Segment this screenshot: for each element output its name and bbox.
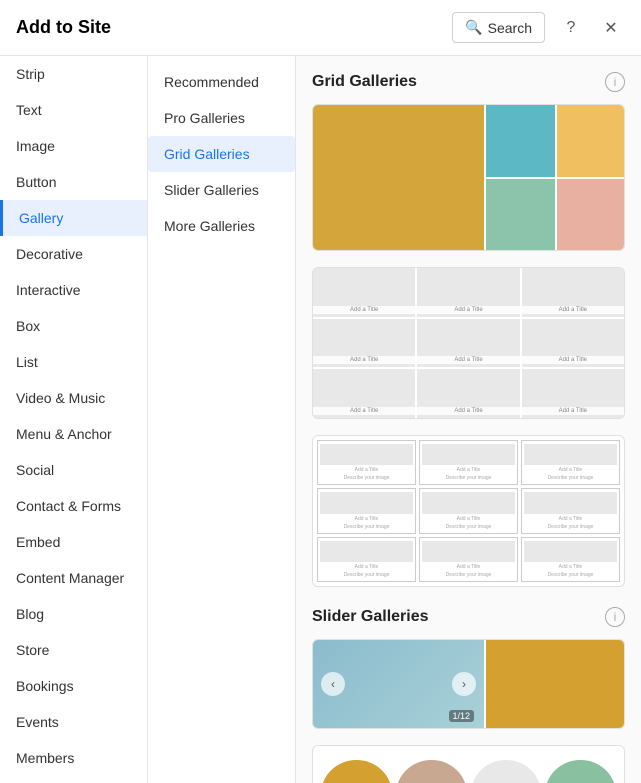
sidebar: Strip Text Image Button Gallery Decorati… bbox=[0, 56, 148, 783]
outlined-grid: Add a Title Describe your image Add a Ti… bbox=[313, 436, 624, 586]
gallery-cell bbox=[486, 105, 555, 177]
search-icon: 🔍 bbox=[465, 19, 482, 36]
outlined-cell: Add a Title Describe your image bbox=[317, 488, 416, 533]
page-title: Add to Site bbox=[16, 17, 111, 38]
mid-nav-pro-galleries[interactable]: Pro Galleries bbox=[148, 100, 295, 136]
grid-galleries-title: Grid Galleries bbox=[312, 73, 417, 91]
slider-galleries-title: Slider Galleries bbox=[312, 608, 429, 626]
search-button[interactable]: 🔍 Search bbox=[452, 12, 545, 43]
grid-gallery-preview-3[interactable]: Add a Title Describe your image Add a Ti… bbox=[312, 435, 625, 587]
gallery-cell bbox=[557, 179, 625, 251]
sidebar-item-button[interactable]: Button bbox=[0, 164, 147, 200]
search-label: Search bbox=[488, 20, 532, 36]
gallery-cell: Add a Title bbox=[417, 369, 519, 418]
sidebar-item-store[interactable]: Store bbox=[0, 632, 147, 668]
slider-gallery-preview-1[interactable]: ‹ › 1/12 bbox=[312, 639, 625, 729]
grid-galleries-section: Grid Galleries i bbox=[312, 72, 625, 587]
sidebar-item-members[interactable]: Members bbox=[0, 740, 147, 776]
help-button[interactable]: ? bbox=[557, 14, 585, 42]
sidebar-item-list[interactable]: List bbox=[0, 344, 147, 380]
gallery-cell: Add a Title bbox=[313, 319, 415, 368]
outlined-cell: Add a Title Describe your image bbox=[317, 440, 416, 485]
outlined-cell: Add a Title Describe your image bbox=[419, 537, 518, 582]
sidebar-item-blog[interactable]: Blog bbox=[0, 596, 147, 632]
header-actions: 🔍 Search ? ✕ bbox=[452, 12, 625, 43]
gallery-cell: Add a Title bbox=[522, 268, 624, 317]
round-cell bbox=[471, 760, 542, 783]
close-button[interactable]: ✕ bbox=[597, 14, 625, 42]
mid-nav-recommended[interactable]: Recommended bbox=[148, 64, 295, 100]
outlined-cell: Add a Title Describe your image bbox=[317, 537, 416, 582]
sidebar-item-embed[interactable]: Embed bbox=[0, 524, 147, 560]
sidebar-item-events[interactable]: Events bbox=[0, 704, 147, 740]
grid-gallery-preview-1[interactable] bbox=[312, 104, 625, 251]
body-layout: Strip Text Image Button Gallery Decorati… bbox=[0, 56, 641, 783]
gallery-cell bbox=[313, 105, 484, 250]
mid-nav: Recommended Pro Galleries Grid Galleries… bbox=[148, 56, 296, 783]
outlined-cell: Add a Title Describe your image bbox=[419, 488, 518, 533]
outlined-cell: Add a Title Describe your image bbox=[521, 537, 620, 582]
round-cell bbox=[396, 760, 467, 783]
gallery-cell bbox=[486, 179, 555, 251]
sidebar-item-strip[interactable]: Strip bbox=[0, 56, 147, 92]
sidebar-item-social[interactable]: Social bbox=[0, 452, 147, 488]
slider-counter: 1/12 bbox=[449, 710, 475, 722]
gallery-cell: Add a Title bbox=[417, 268, 519, 317]
outlined-cell: Add a Title Describe your image bbox=[521, 440, 620, 485]
gallery-cell: Add a Title bbox=[313, 268, 415, 317]
sidebar-item-video-music[interactable]: Video & Music bbox=[0, 380, 147, 416]
sidebar-item-bookings[interactable]: Bookings bbox=[0, 668, 147, 704]
sidebar-item-menu-anchor[interactable]: Menu & Anchor bbox=[0, 416, 147, 452]
mid-nav-more-galleries[interactable]: More Galleries bbox=[148, 208, 295, 244]
round-gallery-grid bbox=[313, 746, 624, 783]
outlined-cell: Add a Title Describe your image bbox=[419, 440, 518, 485]
mid-nav-grid-galleries[interactable]: Grid Galleries bbox=[148, 136, 295, 172]
sidebar-item-interactive[interactable]: Interactive bbox=[0, 272, 147, 308]
slider-galleries-header: Slider Galleries i bbox=[312, 607, 625, 627]
slider-left-arrow[interactable]: ‹ bbox=[321, 672, 345, 696]
grid-galleries-info-icon[interactable]: i bbox=[605, 72, 625, 92]
gallery-cell: Add a Title bbox=[313, 369, 415, 418]
gallery-cell bbox=[557, 105, 625, 177]
slider-galleries-section: Slider Galleries i ‹ › 1/12 bbox=[312, 607, 625, 783]
round-cell bbox=[321, 760, 392, 783]
slider-gallery-preview-2[interactable] bbox=[312, 745, 625, 783]
sidebar-item-gallery[interactable]: Gallery bbox=[0, 200, 147, 236]
gallery-cell: Add a Title bbox=[417, 319, 519, 368]
sidebar-item-image[interactable]: Image bbox=[0, 128, 147, 164]
slider-side-image bbox=[486, 640, 625, 728]
grid-galleries-header: Grid Galleries i bbox=[312, 72, 625, 92]
sidebar-item-content-manager[interactable]: Content Manager bbox=[0, 560, 147, 596]
round-cell bbox=[545, 760, 616, 783]
sidebar-item-text[interactable]: Text bbox=[0, 92, 147, 128]
main-content: Grid Galleries i bbox=[296, 56, 641, 783]
grid-gallery-preview-2[interactable]: Add a Title Add a Title Add a Title Add … bbox=[312, 267, 625, 419]
slider-right-arrow[interactable]: › bbox=[452, 672, 476, 696]
gallery-cell: Add a Title bbox=[522, 319, 624, 368]
slider-galleries-info-icon[interactable]: i bbox=[605, 607, 625, 627]
sidebar-item-decorative[interactable]: Decorative bbox=[0, 236, 147, 272]
sidebar-item-box[interactable]: Box bbox=[0, 308, 147, 344]
gallery-cell: Add a Title bbox=[522, 369, 624, 418]
outlined-cell: Add a Title Describe your image bbox=[521, 488, 620, 533]
mid-nav-slider-galleries[interactable]: Slider Galleries bbox=[148, 172, 295, 208]
header: Add to Site 🔍 Search ? ✕ bbox=[0, 0, 641, 56]
sidebar-item-contact-forms[interactable]: Contact & Forms bbox=[0, 488, 147, 524]
